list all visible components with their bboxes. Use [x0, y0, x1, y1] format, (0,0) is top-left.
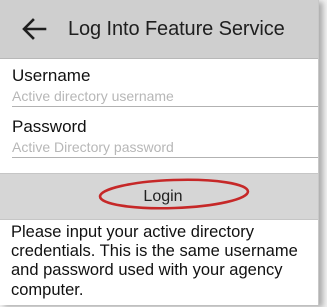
arrow-left-icon — [22, 18, 47, 40]
password-label: Password — [12, 117, 87, 136]
instruction-message: Please input your active directory crede… — [11, 223, 298, 299]
dialog-title: Log Into Feature Service — [68, 18, 285, 40]
login-dialog: Log Into Feature Service Username Passwo… — [0, 0, 319, 305]
login-button[interactable]: Login — [107, 183, 219, 210]
back-button[interactable] — [20, 15, 48, 43]
username-input[interactable] — [12, 86, 318, 107]
password-input[interactable] — [12, 137, 318, 158]
dialog-header: Log Into Feature Service — [0, 0, 318, 59]
login-bar: Login — [0, 173, 318, 220]
username-label: Username — [12, 66, 91, 85]
